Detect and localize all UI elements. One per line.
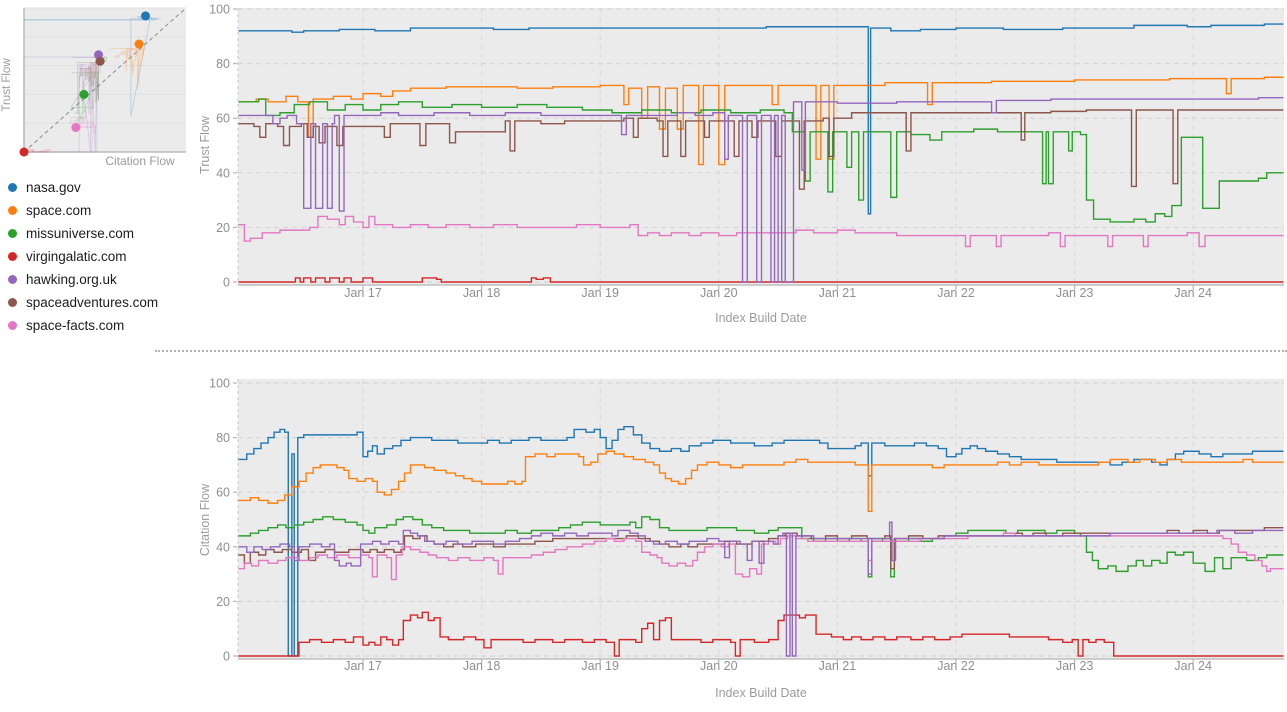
legend-item-spaceadventures[interactable]: spaceadventures.com	[0, 291, 200, 314]
trust-citation-scatter-panel: Trust Flow Citation Flow	[0, 0, 196, 174]
legend-label: nasa.gov	[26, 180, 81, 195]
y-tick-label: 60	[216, 486, 230, 500]
legend-label: spaceadventures.com	[26, 295, 158, 310]
x-axis-title: Index Build Date	[715, 311, 807, 325]
scatter-dot-virgingalatic.com[interactable]	[20, 148, 29, 157]
legend-item-spacefacts[interactable]: space-facts.com	[0, 314, 200, 337]
trust-citation-scatter[interactable]: Trust Flow Citation Flow	[0, 0, 196, 174]
y-axis-title: Trust Flow	[1, 58, 13, 112]
x-tick-label: Jan 17	[344, 659, 382, 673]
legend-dot-icon	[8, 206, 17, 215]
y-tick-label: 80	[216, 431, 230, 445]
legend-item-hawking[interactable]: hawking.org.uk	[0, 268, 200, 291]
x-tick-label: Jan 24	[1174, 286, 1212, 300]
y-tick-label: 100	[209, 3, 230, 17]
chart-divider	[155, 350, 1287, 352]
citation-flow-chart[interactable]: 0 20 40 60 80 100 Jan 17 Jan 18 Jan 19 Jan 20 Jan …	[200, 370, 1287, 712]
y-tick-label: 40	[216, 166, 230, 180]
legend-label: virgingalatic.com	[26, 249, 127, 264]
x-axis-title: Citation Flow	[105, 154, 175, 168]
x-tick-label: Jan 24	[1174, 659, 1212, 673]
x-tick-label: Jan 18	[463, 286, 501, 300]
x-tick-label: Jan 17	[344, 286, 382, 300]
y-tick-label: 20	[216, 595, 230, 609]
scatter-dot-missuniverse.com[interactable]	[79, 90, 88, 99]
y-tick-label: 0	[223, 276, 230, 290]
legend-dot-icon	[8, 252, 17, 261]
y-tick-label: 100	[209, 377, 230, 391]
x-tick-label: Jan 22	[937, 659, 975, 673]
scatter-dot-spaceadventures.com[interactable]	[96, 57, 105, 66]
legend-dot-icon	[8, 321, 17, 330]
plot-background	[238, 379, 1284, 659]
scatter-dot-space.com[interactable]	[135, 40, 144, 49]
scatter-dot-space-facts.com[interactable]	[71, 123, 80, 132]
y-axis-title: Trust Flow	[200, 115, 212, 174]
y-tick-label: 40	[216, 540, 230, 554]
legend-dot-icon	[8, 275, 17, 284]
y-tick-label: 80	[216, 57, 230, 71]
legend-item-nasa[interactable]: nasa.gov	[0, 176, 200, 199]
trust-flow-chart[interactable]: 0 20 40 60 80 100 Jan 17 Jan 18 Jan 19 Jan 20 Jan …	[200, 0, 1287, 344]
legend: nasa.gov space.com missuniverse.com virging…	[0, 176, 200, 337]
scatter-dot-nasa.gov[interactable]	[141, 11, 150, 20]
x-tick-label: Jan 23	[1056, 659, 1094, 673]
legend-dot-icon	[8, 229, 17, 238]
x-tick-label: Jan 20	[700, 286, 738, 300]
x-tick-label: Jan 20	[700, 659, 738, 673]
legend-label: hawking.org.uk	[26, 272, 117, 287]
x-tick-label: Jan 21	[819, 286, 857, 300]
y-tick-label: 60	[216, 112, 230, 126]
y-tick-label: 20	[216, 221, 230, 235]
legend-item-missuniverse[interactable]: missuniverse.com	[0, 222, 200, 245]
legend-label: space-facts.com	[26, 318, 124, 333]
y-axis-title: Citation Flow	[200, 483, 212, 556]
x-tick-label: Jan 19	[581, 286, 619, 300]
legend-item-space[interactable]: space.com	[0, 199, 200, 222]
x-tick-label: Jan 22	[937, 286, 975, 300]
legend-item-virgingalatic[interactable]: virgingalatic.com	[0, 245, 200, 268]
legend-dot-icon	[8, 183, 17, 192]
x-tick-label: Jan 23	[1056, 286, 1094, 300]
x-tick-label: Jan 21	[819, 659, 857, 673]
legend-label: missuniverse.com	[26, 226, 134, 241]
y-tick-label: 0	[223, 650, 230, 664]
x-axis-title: Index Build Date	[715, 686, 807, 700]
x-tick-label: Jan 19	[581, 659, 619, 673]
legend-dot-icon	[8, 298, 17, 307]
legend-label: space.com	[26, 203, 91, 218]
x-tick-label: Jan 18	[463, 659, 501, 673]
